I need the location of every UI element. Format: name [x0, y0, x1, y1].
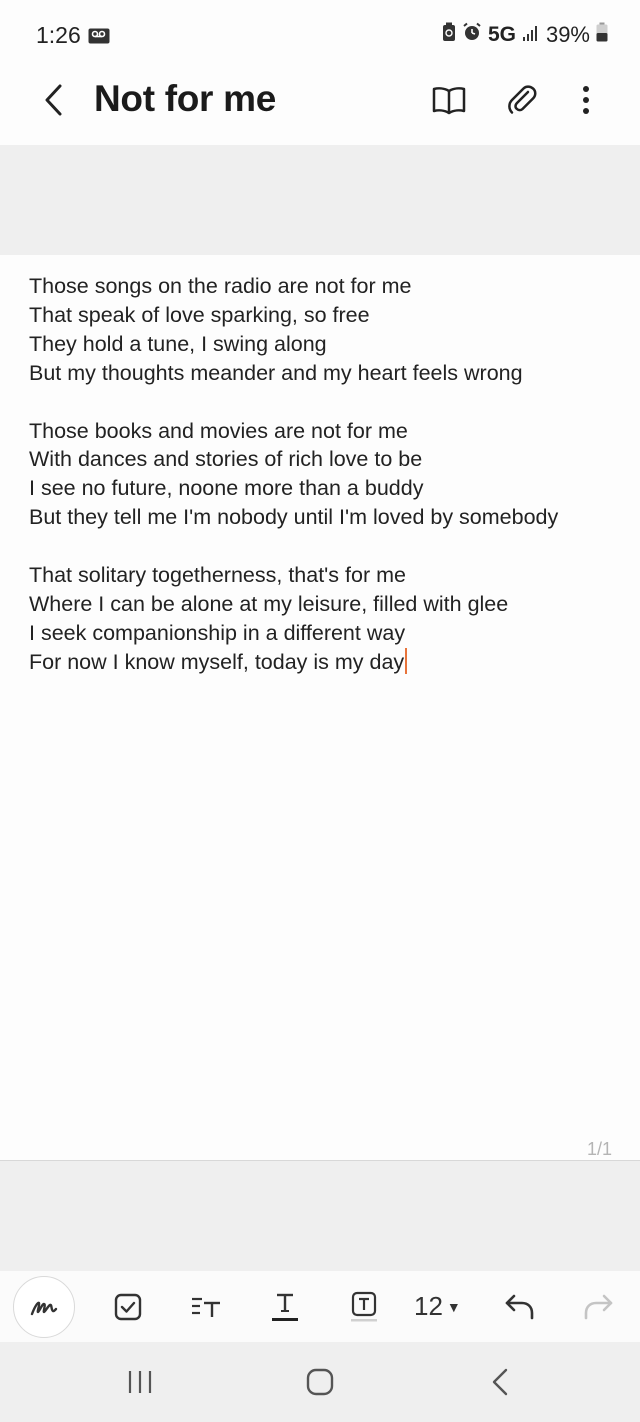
alarm-icon	[462, 22, 482, 48]
status-indicators: 5G 39%	[442, 22, 608, 48]
text-box-icon	[351, 1291, 377, 1321]
text-style-icon	[192, 1297, 220, 1317]
note-line-last: For now I know myself, today is my day	[29, 647, 619, 677]
reading-mode-icon	[432, 87, 466, 115]
text-style-button[interactable]	[176, 1271, 236, 1342]
signal-icon	[522, 22, 540, 48]
undo-button[interactable]	[490, 1271, 550, 1342]
note-body[interactable]: Those songs on the radio are not for me …	[29, 272, 619, 706]
page-margin-top	[0, 145, 640, 255]
redo-button[interactable]	[568, 1271, 628, 1342]
note-line-text: For now I know myself, today is my day	[29, 649, 405, 674]
note-title[interactable]: Not for me	[94, 78, 276, 120]
text-color-icon	[272, 1293, 298, 1321]
home-button[interactable]	[290, 1362, 350, 1402]
back-nav-icon	[492, 1368, 508, 1396]
back-nav-button[interactable]	[470, 1362, 530, 1402]
attach-button[interactable]	[500, 78, 544, 122]
text-box-button[interactable]	[334, 1271, 394, 1342]
home-icon	[306, 1368, 334, 1396]
formatting-toolbar: 12 ▼	[0, 1271, 640, 1342]
undo-icon	[505, 1294, 534, 1319]
back-button[interactable]	[34, 80, 74, 120]
note-line: Those songs on the radio are not for me	[29, 274, 412, 298]
reading-mode-button[interactable]	[427, 78, 471, 122]
more-icon	[583, 86, 589, 114]
page-indicator: 1/1	[586, 1139, 612, 1159]
note-line: That solitary togetherness, that's for m…	[29, 563, 406, 588]
note-line: But they tell me I'm nobody until I'm lo…	[29, 505, 559, 530]
font-size-selector[interactable]: 12 ▼	[414, 1291, 461, 1322]
note-line: But my thoughts meander and my heart fee…	[29, 360, 523, 385]
redo-icon	[584, 1294, 613, 1319]
status-bar: 1:26 5G 39%	[0, 0, 640, 70]
note-line: I see no future, noone more than a buddy	[29, 476, 424, 501]
status-time: 1:26	[36, 22, 81, 48]
battery-saver-icon	[442, 22, 456, 48]
note-line: I seek companionship in a different way	[29, 620, 406, 645]
back-icon	[45, 84, 62, 116]
attach-icon	[508, 85, 537, 114]
note-line: With dances and stories of rich love to …	[29, 447, 423, 472]
app-bar: Not for me	[0, 70, 640, 145]
chevron-down-icon: ▼	[446, 1298, 461, 1315]
voicemail-icon	[88, 28, 110, 49]
note-line: Those books and movies are not for me	[29, 418, 408, 443]
stanza: That solitary togetherness, that's for m…	[29, 561, 619, 677]
text-cursor	[405, 647, 408, 674]
recents-icon	[128, 1371, 152, 1393]
font-size-value: 12	[414, 1291, 443, 1321]
note-line: Where I can be alone at my leisure, fill…	[29, 591, 509, 616]
text-color-button[interactable]	[255, 1271, 315, 1342]
checkbox-button[interactable]	[98, 1271, 158, 1342]
page-margin-bottom	[0, 1161, 640, 1271]
more-options-button[interactable]	[564, 78, 608, 122]
stanza: Those books and movies are not for me Wi…	[29, 417, 619, 533]
checkbox-icon	[114, 1293, 142, 1320]
handwriting-button[interactable]	[13, 1276, 75, 1338]
battery-percent: 39%	[545, 22, 590, 47]
stanza: Those songs on the radio are not for me …	[29, 272, 619, 388]
note-page[interactable]: Those songs on the radio are not for me …	[0, 255, 640, 1160]
note-line: That speak of love sparking, so free	[29, 302, 370, 327]
system-navigation-bar	[0, 1342, 640, 1422]
pen-icon	[30, 1301, 58, 1316]
recents-button[interactable]	[110, 1362, 170, 1402]
battery-icon	[596, 22, 608, 48]
network-type: 5G	[487, 23, 516, 46]
note-line: They hold a tune, I swing along	[29, 331, 327, 356]
